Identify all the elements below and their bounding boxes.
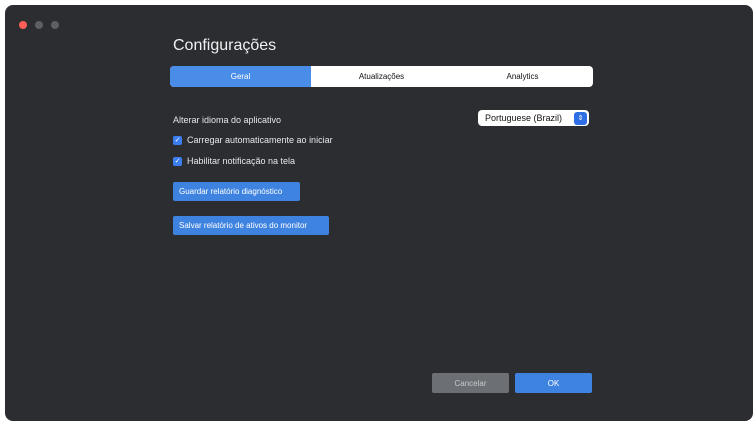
settings-window: Configurações Geral Atualizações Analyti… — [5, 5, 753, 421]
cancel-button[interactable]: Cancelar — [432, 373, 509, 393]
notify-option[interactable]: ✓ Habilitar notificação na tela — [173, 156, 295, 166]
notify-checkbox[interactable]: ✓ — [173, 156, 182, 166]
zoom-window-icon[interactable] — [51, 21, 59, 29]
tab-atualizacoes[interactable]: Atualizações — [311, 66, 452, 87]
autoload-option[interactable]: ✓ Carregar automaticamente ao iniciar — [173, 135, 333, 145]
notify-label: Habilitar notificação na tela — [187, 156, 296, 166]
language-select[interactable]: Portuguese (Brazil) ⇕ — [478, 110, 589, 126]
tab-analytics[interactable]: Analytics — [452, 66, 593, 87]
chevron-up-down-icon: ⇕ — [574, 111, 587, 125]
autoload-checkbox[interactable]: ✓ — [173, 135, 182, 145]
language-select-value: Portuguese (Brazil) — [485, 113, 563, 123]
language-label: Alterar idioma do aplicativo — [173, 115, 282, 125]
autoload-label: Carregar automaticamente ao iniciar — [187, 135, 333, 145]
settings-tabs: Geral Atualizações Analytics — [170, 66, 593, 87]
tab-geral[interactable]: Geral — [170, 66, 311, 87]
ok-button[interactable]: OK — [515, 373, 592, 393]
page-title: Configurações — [173, 37, 277, 54]
window-controls — [19, 21, 59, 29]
save-monitor-assets-report-button[interactable]: Salvar relatório de ativos do monitor — [173, 216, 329, 235]
minimize-window-icon[interactable] — [35, 21, 43, 29]
save-diagnostic-report-button[interactable]: Guardar relatório diagnóstico — [173, 182, 300, 201]
close-window-icon[interactable] — [19, 21, 27, 29]
